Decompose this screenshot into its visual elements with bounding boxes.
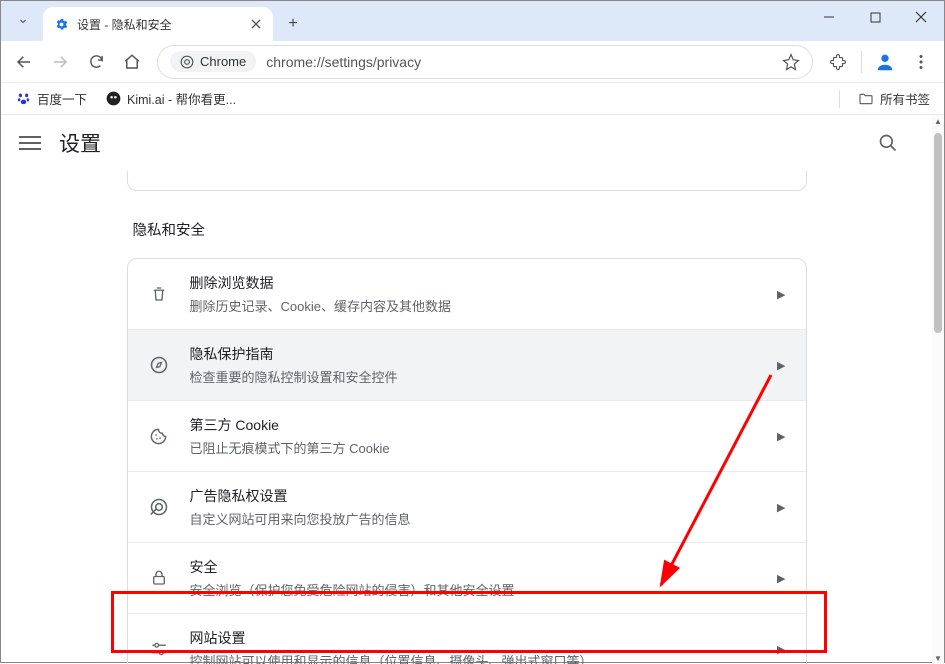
bookmark-star-button[interactable] — [782, 53, 800, 71]
row-privacy-guide[interactable]: 隐私保护指南检查重要的隐私控制设置和安全控件 ▶ — [128, 329, 806, 400]
bookmark-kimi[interactable]: Kimi.ai - 帮你看更... — [105, 89, 236, 108]
row-ad-privacy[interactable]: 广告隐私权设置自定义网站可用来向您投放广告的信息 ▶ — [128, 471, 806, 542]
cookie-icon — [148, 427, 170, 446]
lock-icon — [148, 569, 170, 587]
bookmarks-bar: 百度一下 Kimi.ai - 帮你看更... 所有书签 — [1, 83, 944, 115]
address-bar[interactable]: Chrome chrome://settings/privacy — [157, 45, 813, 79]
row-site-settings[interactable]: 网站设置控制网站可以使用和显示的信息（位置信息、摄像头、弹出式窗口等） ▶ — [128, 613, 806, 664]
chevron-right-icon: ▶ — [777, 572, 785, 585]
row-third-party-cookies[interactable]: 第三方 Cookie 已阻止无痕模式下的第三方 Cookie ▶ — [128, 400, 806, 471]
section-heading: 隐私和安全 — [133, 219, 807, 240]
settings-card: 删除浏览数据删除历史记录、Cookie、缓存内容及其他数据 ▶ 隐私保护指南检查… — [127, 258, 807, 664]
reload-button[interactable] — [79, 45, 113, 79]
row-title: 隐私保护指南 — [190, 344, 758, 364]
scroll-up-button[interactable]: ▲ — [932, 115, 944, 127]
row-desc: 自定义网站可用来向您投放广告的信息 — [190, 509, 758, 528]
site-chip[interactable]: Chrome — [170, 51, 256, 72]
row-title: 广告隐私权设置 — [190, 486, 758, 506]
back-button[interactable] — [7, 45, 41, 79]
compass-icon — [148, 355, 170, 375]
settings-search-button[interactable] — [870, 125, 906, 161]
settings-app-bar: 设置 — [1, 115, 944, 171]
settings-title: 设置 — [59, 128, 101, 158]
chrome-icon — [180, 55, 194, 69]
row-title: 第三方 Cookie — [190, 415, 758, 435]
menu-button[interactable] — [904, 45, 938, 79]
target-icon — [148, 497, 170, 517]
row-security[interactable]: 安全安全浏览（保护您免受危险网站的侵害）和其他安全设置 ▶ — [128, 542, 806, 613]
browser-tab[interactable]: 设置 - 隐私和安全 — [43, 7, 273, 41]
separator — [861, 51, 862, 73]
extensions-button[interactable] — [821, 45, 855, 79]
window-controls — [806, 1, 944, 41]
separator — [839, 90, 840, 108]
new-tab-button[interactable]: + — [279, 10, 307, 38]
kimi-icon — [105, 91, 121, 107]
home-button[interactable] — [115, 45, 149, 79]
profile-button[interactable] — [868, 45, 902, 79]
scroll-down-button[interactable]: ▼ — [932, 652, 944, 664]
title-bar: 设置 - 隐私和安全 + — [1, 1, 944, 41]
settings-menu-button[interactable] — [19, 132, 41, 154]
bookmark-label: Kimi.ai - 帮你看更... — [127, 89, 236, 108]
gear-icon — [53, 16, 69, 32]
bookmark-label: 百度一下 — [37, 89, 87, 108]
chip-label: Chrome — [200, 54, 246, 69]
all-bookmarks-label: 所有书签 — [880, 89, 930, 108]
row-title: 删除浏览数据 — [190, 273, 758, 293]
forward-button[interactable] — [43, 45, 77, 79]
maximize-button[interactable] — [852, 1, 898, 33]
vertical-scrollbar[interactable]: ▲ ▼ — [932, 115, 944, 664]
chevron-right-icon: ▶ — [777, 288, 785, 301]
scrollbar-thumb[interactable] — [934, 133, 942, 333]
row-desc: 删除历史记录、Cookie、缓存内容及其他数据 — [190, 296, 758, 315]
tab-title: 设置 - 隐私和安全 — [77, 16, 241, 33]
minimize-button[interactable] — [806, 1, 852, 33]
close-tab-button[interactable] — [249, 17, 263, 31]
settings-scroll-area: 隐私和安全 删除浏览数据删除历史记录、Cookie、缓存内容及其他数据 ▶ 隐私… — [1, 171, 932, 664]
tab-dropdown-button[interactable] — [7, 5, 39, 37]
row-desc: 已阻止无痕模式下的第三方 Cookie — [190, 438, 758, 457]
sliders-icon — [148, 640, 170, 658]
folder-icon — [858, 91, 874, 107]
chevron-right-icon: ▶ — [777, 359, 785, 372]
row-desc: 检查重要的隐私控制设置和安全控件 — [190, 367, 758, 386]
baidu-icon — [15, 91, 31, 107]
chevron-right-icon: ▶ — [777, 501, 785, 514]
row-title: 安全 — [190, 557, 758, 577]
all-bookmarks-button[interactable]: 所有书签 — [858, 89, 930, 108]
trash-icon — [148, 285, 170, 303]
chevron-right-icon: ▶ — [777, 430, 785, 443]
browser-toolbar: Chrome chrome://settings/privacy — [1, 41, 944, 83]
row-desc: 安全浏览（保护您免受危险网站的侵害）和其他安全设置 — [190, 580, 758, 599]
close-window-button[interactable] — [898, 1, 944, 33]
partial-card-above — [127, 171, 807, 191]
page-content: 设置 隐私和安全 删除浏览数据删除历史记录、Cookie、缓存内容及其他数据 ▶… — [1, 115, 944, 664]
bookmark-baidu[interactable]: 百度一下 — [15, 89, 87, 108]
row-desc: 控制网站可以使用和显示的信息（位置信息、摄像头、弹出式窗口等） — [190, 651, 758, 664]
chevron-right-icon: ▶ — [777, 643, 785, 656]
row-clear-browsing-data[interactable]: 删除浏览数据删除历史记录、Cookie、缓存内容及其他数据 ▶ — [128, 259, 806, 329]
row-title: 网站设置 — [190, 628, 758, 648]
url-text: chrome://settings/privacy — [266, 54, 772, 70]
